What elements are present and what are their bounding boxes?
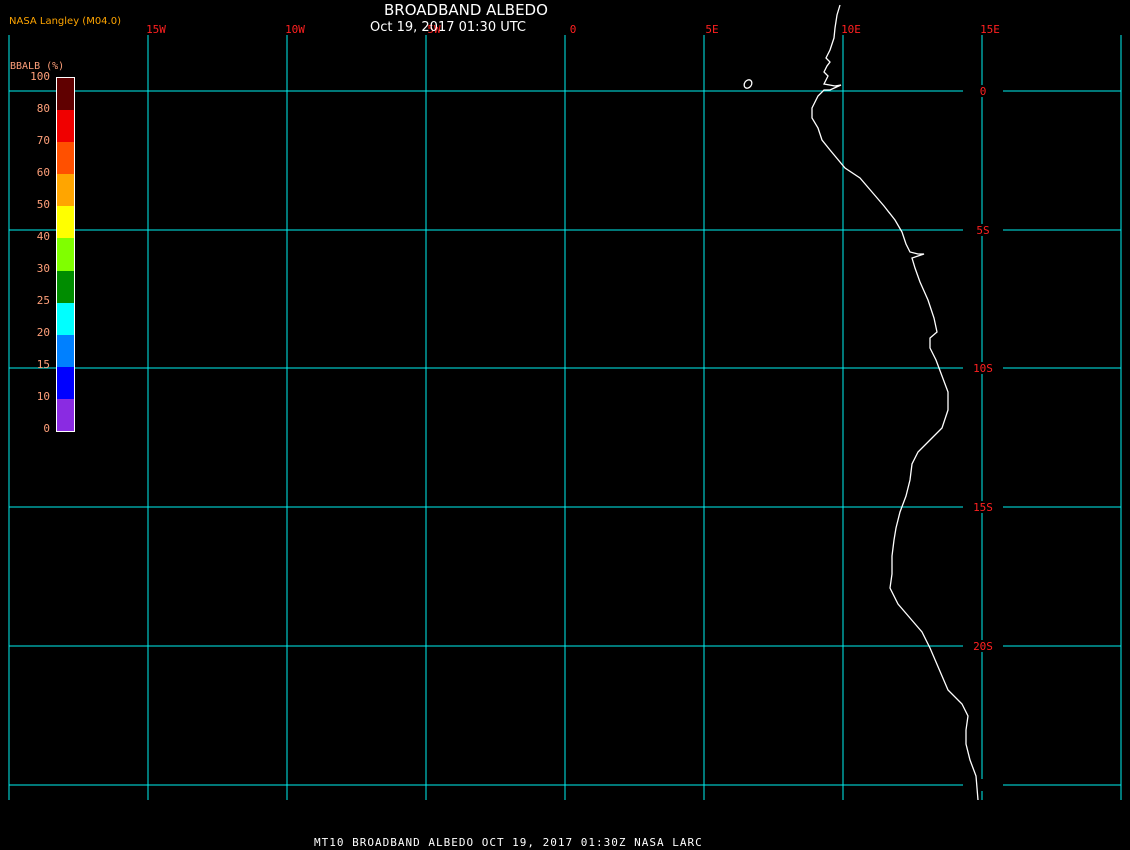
colorbar-label: 80 (36, 102, 50, 115)
colorbar-label: 40 (36, 230, 50, 243)
latitude-label: 20S (973, 640, 993, 653)
latitude-label: 10S (973, 362, 993, 375)
colorbar-label: 25 (36, 294, 50, 307)
latitude-label: 0 (980, 85, 987, 98)
colorbar-label: 60 (36, 166, 50, 179)
colorbar-swatch (57, 270, 74, 303)
longitude-label: 0 (570, 23, 577, 36)
colorbar-swatch (57, 238, 74, 271)
map-canvas: 15W 10W 5W 0 5E 10E 15E05S10S15S20S (8, 4, 1122, 801)
colorbar-label: 70 (36, 134, 50, 147)
longitude-label: 5E (705, 23, 718, 36)
map-title: BROADBAND ALBEDO (384, 1, 548, 19)
colorbar-label: 20 (36, 326, 50, 339)
latitude-label: 5S (976, 224, 989, 237)
colorbar-label: 100 (30, 70, 50, 83)
colorbar-swatch (57, 142, 74, 175)
colorbar-swatch (57, 334, 74, 367)
colorbar-swatch (57, 206, 74, 239)
label-gap (963, 779, 1003, 791)
longitude-label: 15W (146, 23, 166, 36)
colorbar-swatch (57, 302, 74, 335)
colorbar-swatch (57, 78, 74, 111)
map-timestamp: Oct 19, 2017 01:30 UTC (370, 20, 526, 35)
footer-caption: MT10 BROADBAND ALBEDO OCT 19, 2017 01:30… (314, 836, 703, 849)
colorbar-swatch (57, 398, 74, 432)
longitude-label: 15E (980, 23, 1000, 36)
colorbar-label: 10 (36, 390, 50, 403)
coastline (811, 4, 979, 801)
credit-label: NASA Langley (M04.0) (9, 16, 121, 27)
longitude-label: 10W (285, 23, 305, 36)
colorbar-swatch (57, 110, 74, 143)
colorbar-swatch (57, 174, 74, 207)
colorbar-label: 30 (36, 262, 50, 275)
colorbar-label: 50 (36, 198, 50, 211)
colorbar-label: 0 (43, 422, 50, 435)
longitude-label: 10E (841, 23, 861, 36)
colorbar-swatch (57, 366, 74, 399)
colorbar (56, 77, 75, 432)
island-outline (743, 79, 753, 89)
colorbar-label: 15 (36, 358, 50, 371)
latitude-label: 15S (973, 501, 993, 514)
